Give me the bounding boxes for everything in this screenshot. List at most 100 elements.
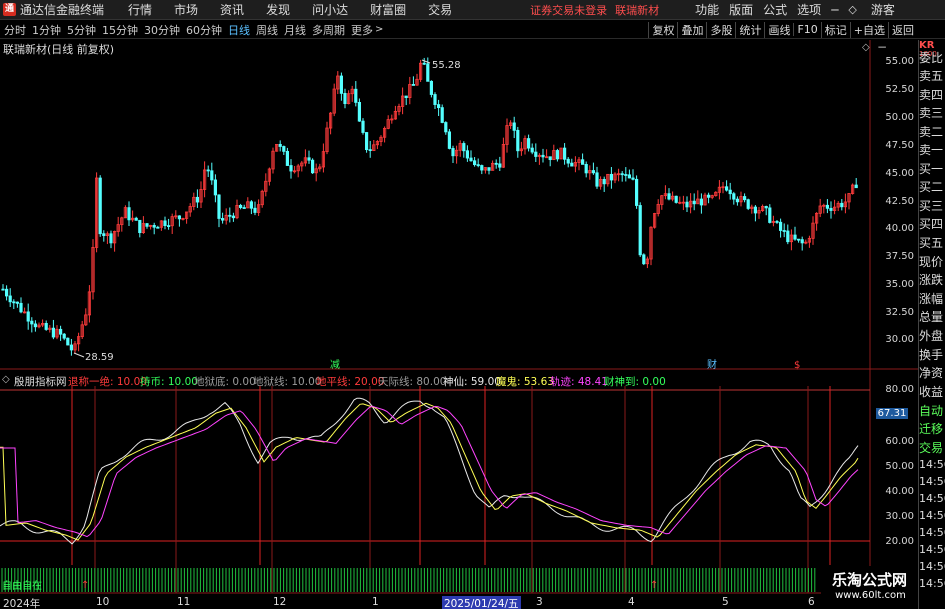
candle-body [642, 254, 646, 265]
candle-body [289, 165, 293, 172]
app-name: 通达信金融终端 [20, 3, 105, 17]
indicator-name[interactable]: 殷朋指标网 [14, 374, 67, 389]
mark-button[interactable]: 标记 [820, 21, 850, 38]
period-multi[interactable]: 多周期 [312, 22, 345, 38]
add-watchlist-button[interactable]: +自选 [849, 21, 888, 38]
period-monthly[interactable]: 月线 [284, 22, 306, 38]
indicator-param: 持币: 10.00 [140, 376, 198, 388]
period-more[interactable]: 更多 [351, 22, 373, 38]
side-panel-item: 买三 [919, 199, 944, 213]
candle-body [19, 302, 23, 313]
candle-body [800, 239, 804, 244]
indicator-tick: 20.00 [885, 536, 914, 547]
candle-body [469, 157, 473, 162]
side-panel-item[interactable]: 迁移 [919, 420, 945, 437]
price-tick: 32.50 [885, 307, 914, 318]
candle-body [840, 202, 844, 208]
side-panel-item: 涨跌 [919, 273, 944, 287]
candle-body [15, 301, 20, 304]
marker-dividend[interactable]: $ [794, 360, 800, 371]
candle-body [563, 147, 567, 160]
menu-formula[interactable]: 公式 [763, 1, 787, 18]
x-tick: 10 [96, 596, 110, 608]
side-panel-item[interactable]: 自动 [919, 402, 945, 419]
candle-body [451, 148, 455, 157]
candle-body [786, 230, 790, 243]
menu-trade[interactable]: 交易 [428, 1, 452, 18]
chevron-right-icon[interactable]: > [375, 24, 383, 35]
menu-layout[interactable]: 版面 [729, 1, 753, 18]
menu-ask[interactable]: 问小达 [312, 1, 348, 18]
candle-body [732, 193, 736, 200]
indicator-param: 地狱底: 0.00 [194, 376, 256, 388]
candle-body [595, 172, 599, 187]
candle-body [59, 328, 63, 335]
price-tick: 52.50 [885, 84, 914, 95]
period-1min[interactable]: 1分钟 [32, 22, 61, 38]
x-tick: 11 [177, 596, 191, 608]
candle-body [584, 164, 588, 174]
menu-function[interactable]: 功能 [695, 1, 719, 18]
side-panel-item: 卖三 [919, 106, 944, 120]
candle-body [692, 200, 696, 205]
candle-body [541, 154, 545, 158]
indicator-param: 财神到: 0.00 [604, 376, 666, 388]
menu-news[interactable]: 资讯 [220, 1, 244, 18]
restore-icon[interactable]: ◇ [848, 3, 856, 16]
marker-reduce[interactable]: 减 [330, 359, 340, 371]
candle-body [746, 199, 750, 209]
period-60min[interactable]: 60分钟 [186, 22, 222, 38]
back-button[interactable]: 返回 [888, 21, 917, 38]
minimize-icon[interactable]: ─ [831, 3, 838, 17]
stats-button[interactable]: 统计 [735, 21, 764, 38]
candle-body [231, 215, 235, 219]
period-daily[interactable]: 日线 [228, 22, 250, 38]
marker-finance[interactable]: 财 [707, 358, 717, 371]
guest-label[interactable]: 游客 [871, 1, 895, 18]
candle-body [253, 207, 257, 213]
menu-quotes[interactable]: 行情 [128, 1, 152, 18]
indicator-tick: 50.00 [885, 461, 914, 472]
candle-body [699, 198, 704, 206]
side-panel-item: 14:56 [919, 475, 945, 488]
menu-discover[interactable]: 发现 [266, 1, 290, 18]
price-tick: 40.00 [885, 223, 914, 234]
candle-body [775, 221, 779, 223]
draw-button[interactable]: 画线 [764, 21, 793, 38]
candle-body [667, 193, 671, 200]
period-weekly[interactable]: 周线 [256, 22, 278, 38]
candle-body [728, 189, 732, 195]
low-price-label: 28.59 [85, 352, 114, 363]
multi-stock-button[interactable]: 多股 [706, 21, 735, 38]
period-30min[interactable]: 30分钟 [144, 22, 180, 38]
kline-chart[interactable]: ↑ ↑ 55.28 28.59 减 财 $ 自由自在 [0, 40, 918, 595]
side-panel-item: 买二 [919, 180, 944, 194]
menu-market[interactable]: 市场 [174, 1, 198, 18]
candle-body [512, 122, 516, 131]
side-panel-item: 14:56 [919, 577, 945, 590]
overlay-button[interactable]: 叠加 [677, 21, 706, 38]
candle-body [429, 80, 434, 95]
candle-body [638, 205, 642, 256]
period-tick[interactable]: 分时 [4, 22, 26, 38]
indicator-tick: 30.00 [885, 511, 914, 522]
period-15min[interactable]: 15分钟 [102, 22, 138, 38]
candle-body [210, 170, 214, 181]
period-5min[interactable]: 5分钟 [67, 22, 96, 38]
candle-body [69, 344, 73, 351]
login-warning[interactable]: 证券交易未登录 [530, 2, 607, 18]
candle-body [62, 333, 66, 339]
candle-body [609, 173, 614, 181]
menu-options[interactable]: 选项 [797, 1, 821, 18]
candle-body [156, 226, 160, 229]
app-logo-icon: 通 [3, 3, 16, 16]
candle-body [440, 107, 444, 123]
grid-lines [0, 40, 918, 594]
up-arrow-icon: ↑ [81, 580, 89, 591]
indicator-toggle-icon[interactable]: ◇ [2, 374, 10, 385]
f10-button[interactable]: F10 [793, 23, 820, 36]
candle-body [145, 223, 149, 227]
side-panel-item[interactable]: 交易 [919, 439, 945, 456]
menu-wealth[interactable]: 财富圈 [370, 1, 406, 18]
adjust-button[interactable]: 复权 [648, 21, 677, 38]
